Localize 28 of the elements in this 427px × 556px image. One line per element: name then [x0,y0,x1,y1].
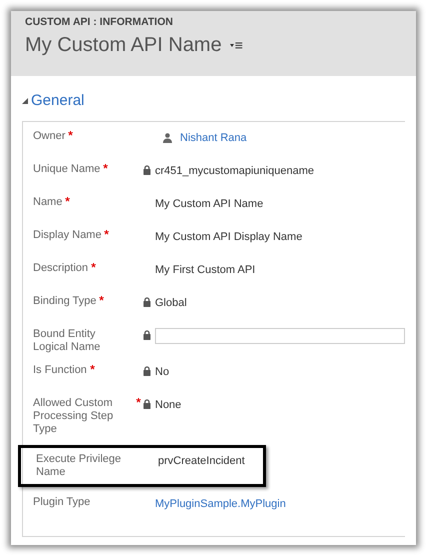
field-label: Name [33,196,62,208]
owner-link[interactable]: Nishant Rana [180,130,247,146]
field-label: Binding Type [33,294,96,308]
field-label: Plugin Type [33,496,90,508]
input-field[interactable] [155,328,405,344]
field-label: Unique Name [33,162,100,176]
field-value: My First Custom API [155,262,256,278]
field-label: Allowed Custom Processing Step Type [33,396,114,436]
field-label: Bound Entity Logical Name [33,328,102,354]
field-label: Description [33,262,88,274]
field-value: My Custom API Name [155,196,264,212]
field-value: cr451_mycustomapiuniquename [155,164,314,178]
person-icon [163,132,172,143]
plugin-type-link[interactable]: MyPluginSample.MyPlugin [155,496,286,512]
entity-label: CUSTOM API : INFORMATION [25,15,173,30]
field-value: None [155,398,182,412]
field-label: Execute Privilege Name [36,452,122,478]
form-menu-button[interactable]: ≡ [230,38,243,52]
field-label: Display Name [33,228,102,242]
field-value: Global [155,296,187,310]
field-label: Owner [33,130,66,142]
record-title: My Custom API Name [25,32,222,58]
caret-icon [230,44,234,47]
field-label: Is Function [33,364,87,376]
section-toggle[interactable]: General [22,90,84,112]
field-value: prvCreateIncident [158,454,245,468]
field-value: My Custom API Display Name [155,230,302,244]
field-value: No [155,364,170,380]
